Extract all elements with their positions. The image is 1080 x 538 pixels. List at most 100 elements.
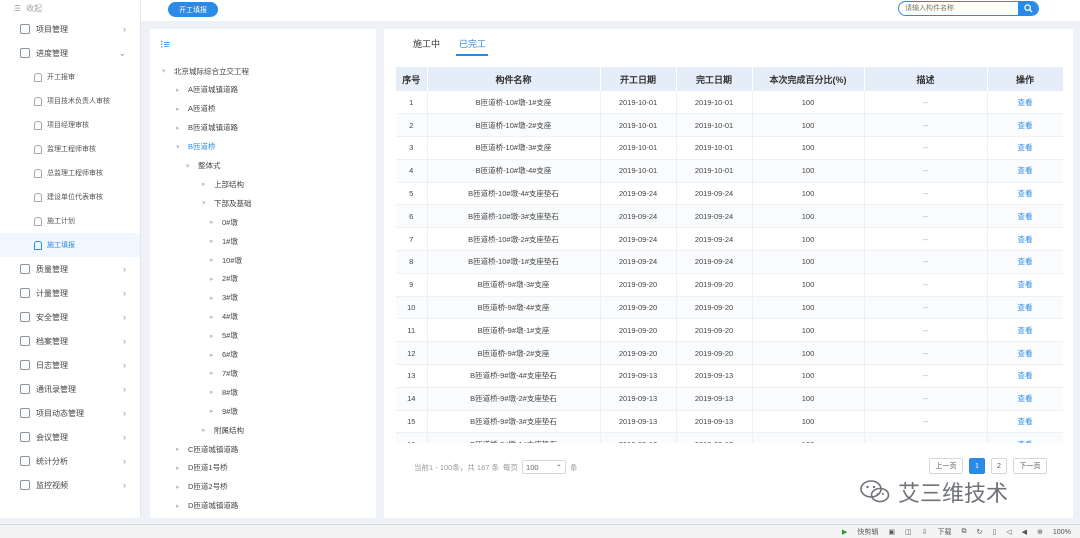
view-link[interactable]: 查看 (987, 296, 1063, 320)
sidebar-item-4[interactable]: 安全管理 › (0, 305, 140, 329)
tree-node[interactable]: ▸ A匝道桥 (176, 100, 216, 118)
tree-node[interactable]: ▸ 4#墩 (210, 308, 238, 326)
caret-down-icon[interactable]: ▾ (202, 199, 214, 207)
caret-right-icon[interactable]: ▸ (210, 256, 222, 264)
sidebar-item-5[interactable]: 档案管理 › (0, 329, 140, 353)
caret-right-icon[interactable]: ▸ (210, 332, 222, 340)
submenu-item-5[interactable]: 建设单位代表审核 (0, 185, 140, 209)
caret-right-icon[interactable]: ▸ (210, 388, 222, 396)
caret-right-icon[interactable]: ▸ (176, 105, 188, 113)
submenu-item-0[interactable]: 开工报审 (0, 65, 140, 89)
submenu-item-1[interactable]: 项目技术负责人审核 (0, 89, 140, 113)
tree-node[interactable]: ▾ 下部及基础 (202, 194, 252, 212)
tree-node[interactable]: ▸ 上部结构 (202, 175, 244, 193)
tree-node[interactable]: ▸ 附属结构 (202, 421, 244, 439)
caret-right-icon[interactable]: ▸ (176, 483, 188, 491)
zoom-icon[interactable]: ⊕ (1037, 528, 1043, 536)
tree-node[interactable]: ▸ 6#墩 (210, 346, 238, 364)
view-link[interactable]: 查看 (987, 136, 1063, 160)
sidebar-item-11[interactable]: 监控视频 › (0, 473, 140, 497)
download-icon[interactable]: ⇩ (922, 528, 928, 536)
prev-page-button[interactable]: 上一页 (929, 458, 963, 474)
view-link[interactable]: 查看 (987, 159, 1063, 183)
view-link[interactable]: 查看 (987, 182, 1063, 206)
tree-node[interactable]: ▸ C匝道城镇道路 (176, 440, 238, 458)
download-label[interactable]: 下载 (938, 527, 952, 537)
tree-node[interactable]: ▸ 0#墩 (210, 213, 238, 231)
view-link[interactable]: 查看 (987, 432, 1063, 443)
search-input[interactable] (905, 2, 1023, 15)
view-link[interactable]: 查看 (987, 387, 1063, 411)
caret-right-icon[interactable]: ▸ (176, 502, 188, 510)
caret-right-icon[interactable]: ▸ (210, 369, 222, 377)
submenu-item-3[interactable]: 监理工程师审核 (0, 137, 140, 161)
caret-right-icon[interactable]: ▸ (176, 445, 188, 453)
mute-icon[interactable]: ◁ (1006, 528, 1011, 536)
start-report-button[interactable]: 开工填报 (168, 2, 218, 17)
view-link[interactable]: 查看 (987, 273, 1063, 297)
sidebar-item-10[interactable]: 统计分析 › (0, 449, 140, 473)
sidebar-item-7[interactable]: 通讯录管理 › (0, 377, 140, 401)
view-link[interactable]: 查看 (987, 364, 1063, 388)
tree-node[interactable]: ▸ 9#墩 (210, 402, 238, 420)
submenu-item-4[interactable]: 总监理工程师审核 (0, 161, 140, 185)
sidebar-item-9[interactable]: 会议管理 › (0, 425, 140, 449)
window-icon[interactable]: ▣ (888, 528, 895, 536)
next-page-button[interactable]: 下一页 (1013, 458, 1047, 474)
caret-down-icon[interactable]: ▾ (176, 143, 188, 151)
view-link[interactable]: 查看 (987, 410, 1063, 434)
sidebar-item-0[interactable]: 项目管理 › (0, 17, 140, 41)
caret-right-icon[interactable]: ▸ (202, 180, 214, 188)
view-link[interactable]: 查看 (987, 113, 1063, 138)
tree-node[interactable]: ▾ 整体式 (186, 157, 221, 175)
page-2-button[interactable]: 2 (991, 458, 1007, 474)
tree-node[interactable]: ▸ D匝道1号桥 (176, 459, 228, 477)
layout-icon[interactable]: ◫ (905, 528, 912, 536)
caret-right-icon[interactable]: ▸ (176, 464, 188, 472)
caret-right-icon[interactable]: ▸ (210, 294, 222, 302)
view-link[interactable]: 查看 (987, 318, 1063, 343)
submenu-item-6[interactable]: 施工计划 (0, 209, 140, 233)
caret-right-icon[interactable]: ▸ (210, 218, 222, 226)
tree-node[interactable]: ▸ 10#墩 (210, 251, 242, 269)
copy-icon[interactable]: ⧉ (962, 528, 967, 536)
tree-node[interactable]: ▸ B匝道城镇道路 (176, 119, 238, 137)
tree-node[interactable]: ▸ 5#墩 (210, 327, 238, 345)
caret-right-icon[interactable]: ▸ (210, 407, 222, 415)
sidebar-item-1[interactable]: 进度管理 ⌄ (0, 41, 140, 65)
submenu-item-7[interactable]: 施工填报 (0, 233, 140, 257)
search-button[interactable] (1018, 2, 1038, 15)
volume-icon[interactable]: ◀ (1022, 528, 1027, 536)
caret-right-icon[interactable]: ▸ (210, 275, 222, 283)
tree-node[interactable]: ▸ 2#墩 (210, 270, 238, 288)
caret-right-icon[interactable]: ▸ (210, 313, 222, 321)
view-link[interactable]: 查看 (987, 204, 1063, 229)
tree-node[interactable]: ▸ A匝道城镇道路 (176, 81, 238, 99)
caret-down-icon[interactable]: ▾ (186, 162, 198, 170)
tree-node[interactable]: ▸E匝道1号桥 (176, 516, 227, 518)
caret-right-icon[interactable]: ▸ (210, 237, 222, 245)
tree-node[interactable]: ▾ B匝道桥 (176, 138, 216, 156)
tree-node[interactable]: ▸ D匝道2号桥 (176, 478, 228, 496)
file-icon[interactable]: ▯ (992, 528, 996, 536)
view-link[interactable]: 查看 (987, 91, 1063, 115)
view-link[interactable]: 查看 (987, 341, 1063, 366)
tree-indent-icon[interactable]: ⁝≡ (160, 38, 170, 51)
submenu-item-2[interactable]: 项目经理审核 (0, 113, 140, 137)
play-icon[interactable]: ▶ (842, 528, 847, 536)
tree-node[interactable]: ▸ 7#墩 (210, 364, 238, 382)
refresh-icon[interactable]: ↻ (977, 528, 983, 536)
sidebar-item-8[interactable]: 项目动态管理 › (0, 401, 140, 425)
caret-right-icon[interactable]: ▸ (176, 124, 188, 132)
sidebar-item-2[interactable]: 质量管理 › (0, 257, 140, 281)
caret-right-icon[interactable]: ▸ (176, 86, 188, 94)
tab-in-progress[interactable]: 施工中 (413, 37, 440, 50)
caret-right-icon[interactable]: ▸ (202, 426, 214, 434)
page-1-button[interactable]: 1 (969, 458, 985, 474)
page-size-select[interactable]: 100 ⌃ (522, 460, 567, 474)
tree-node[interactable]: ▸ 3#墩 (210, 289, 238, 307)
sidebar-item-6[interactable]: 日志管理 › (0, 353, 140, 377)
view-link[interactable]: 查看 (987, 250, 1063, 274)
collapse-toggle[interactable]: ☰ 收起 (0, 0, 140, 17)
quick-edit-label[interactable]: 快剪辑 (857, 527, 878, 537)
